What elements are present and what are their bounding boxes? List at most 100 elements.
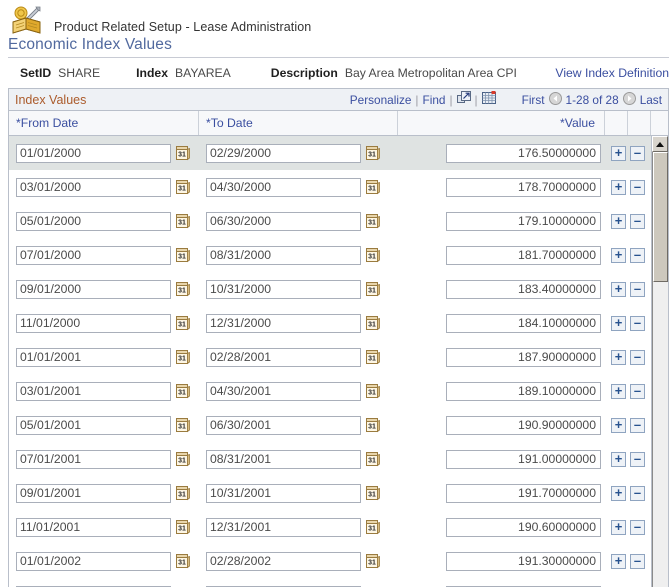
add-row-button[interactable]: + [611, 519, 626, 535]
from-date-input[interactable] [16, 177, 171, 197]
find-link[interactable]: Find [423, 93, 446, 107]
calendar-icon[interactable]: 31 [175, 281, 190, 297]
from-date-input[interactable] [16, 279, 171, 299]
calendar-icon[interactable]: 31 [365, 247, 380, 263]
calendar-icon[interactable]: 31 [175, 179, 190, 195]
delete-row-button[interactable]: – [630, 349, 645, 365]
from-date-input[interactable] [16, 245, 171, 265]
to-date-input[interactable] [206, 483, 361, 503]
to-date-input[interactable] [206, 245, 361, 265]
add-row-button[interactable]: + [611, 553, 626, 569]
value-input[interactable] [446, 279, 601, 299]
delete-row-button[interactable]: – [630, 417, 645, 433]
from-date-input[interactable] [16, 483, 171, 503]
calendar-icon[interactable]: 31 [365, 417, 380, 433]
personalize-link[interactable]: Personalize [350, 93, 412, 107]
delete-row-button[interactable]: – [630, 451, 645, 467]
add-row-button[interactable]: + [611, 451, 626, 467]
delete-row-button[interactable]: – [630, 247, 645, 263]
download-grid-icon[interactable] [481, 91, 496, 108]
from-date-input[interactable] [16, 211, 171, 231]
to-date-input[interactable] [206, 347, 361, 367]
value-input[interactable] [446, 517, 601, 537]
from-date-input[interactable] [16, 415, 171, 435]
to-date-input[interactable] [206, 211, 361, 231]
to-date-input[interactable] [206, 177, 361, 197]
calendar-icon[interactable]: 31 [365, 485, 380, 501]
from-date-input[interactable] [16, 517, 171, 537]
to-date-input[interactable] [206, 279, 361, 299]
value-input[interactable] [446, 381, 601, 401]
calendar-icon[interactable]: 31 [365, 451, 380, 467]
delete-row-button[interactable]: – [630, 519, 645, 535]
add-row-button[interactable]: + [611, 247, 626, 263]
add-row-button[interactable]: + [611, 145, 626, 161]
calendar-icon[interactable]: 31 [365, 213, 380, 229]
calendar-icon[interactable]: 31 [365, 349, 380, 365]
scrollbar-track[interactable] [652, 152, 668, 587]
add-row-button[interactable]: + [611, 213, 626, 229]
from-date-input[interactable] [16, 313, 171, 333]
calendar-icon[interactable]: 31 [175, 349, 190, 365]
to-date-input[interactable] [206, 415, 361, 435]
value-input[interactable] [446, 415, 601, 435]
to-date-input[interactable] [206, 449, 361, 469]
last-page-link[interactable]: Last [640, 93, 662, 107]
add-row-button[interactable]: + [611, 417, 626, 433]
calendar-icon[interactable]: 31 [175, 485, 190, 501]
delete-row-button[interactable]: – [630, 485, 645, 501]
view-index-definition-link[interactable]: View Index Definition [555, 66, 669, 80]
calendar-icon[interactable]: 31 [175, 247, 190, 263]
add-row-button[interactable]: + [611, 281, 626, 297]
add-row-button[interactable]: + [611, 315, 626, 331]
calendar-icon[interactable]: 31 [175, 553, 190, 569]
add-row-button[interactable]: + [611, 349, 626, 365]
calendar-icon[interactable]: 31 [175, 417, 190, 433]
scroll-up-arrow[interactable] [652, 136, 668, 152]
value-input[interactable] [446, 347, 601, 367]
value-input[interactable] [446, 143, 601, 163]
from-date-input[interactable] [16, 381, 171, 401]
calendar-icon[interactable]: 31 [365, 553, 380, 569]
from-date-input[interactable] [16, 551, 171, 571]
calendar-icon[interactable]: 31 [175, 519, 190, 535]
from-date-input[interactable] [16, 143, 171, 163]
add-row-button[interactable]: + [611, 383, 626, 399]
value-input[interactable] [446, 313, 601, 333]
delete-row-button[interactable]: – [630, 145, 645, 161]
value-input[interactable] [446, 551, 601, 571]
calendar-icon[interactable]: 31 [175, 145, 190, 161]
calendar-icon[interactable]: 31 [365, 179, 380, 195]
delete-row-button[interactable]: – [630, 213, 645, 229]
value-input[interactable] [446, 483, 601, 503]
to-date-input[interactable] [206, 143, 361, 163]
delete-row-button[interactable]: – [630, 315, 645, 331]
from-date-input[interactable] [16, 347, 171, 367]
to-date-input[interactable] [206, 517, 361, 537]
value-input[interactable] [446, 177, 601, 197]
calendar-icon[interactable]: 31 [175, 315, 190, 331]
value-input[interactable] [446, 245, 601, 265]
delete-row-button[interactable]: – [630, 179, 645, 195]
next-arrow-icon[interactable] [622, 91, 636, 108]
calendar-icon[interactable]: 31 [175, 383, 190, 399]
delete-row-button[interactable]: – [630, 281, 645, 297]
scrollbar-thumb[interactable] [653, 152, 668, 282]
from-date-input[interactable] [16, 449, 171, 469]
delete-row-button[interactable]: – [630, 383, 645, 399]
delete-row-button[interactable]: – [630, 553, 645, 569]
grid-scrollbar[interactable] [651, 136, 668, 587]
to-date-input[interactable] [206, 551, 361, 571]
calendar-icon[interactable]: 31 [365, 383, 380, 399]
first-page-link[interactable]: First [522, 93, 545, 107]
prev-arrow-icon[interactable] [548, 91, 562, 108]
value-input[interactable] [446, 211, 601, 231]
calendar-icon[interactable]: 31 [365, 315, 380, 331]
calendar-icon[interactable]: 31 [175, 213, 190, 229]
calendar-icon[interactable]: 31 [365, 145, 380, 161]
calendar-icon[interactable]: 31 [175, 451, 190, 467]
calendar-icon[interactable]: 31 [365, 519, 380, 535]
expand-all-icon[interactable] [456, 91, 471, 108]
to-date-input[interactable] [206, 381, 361, 401]
to-date-input[interactable] [206, 313, 361, 333]
